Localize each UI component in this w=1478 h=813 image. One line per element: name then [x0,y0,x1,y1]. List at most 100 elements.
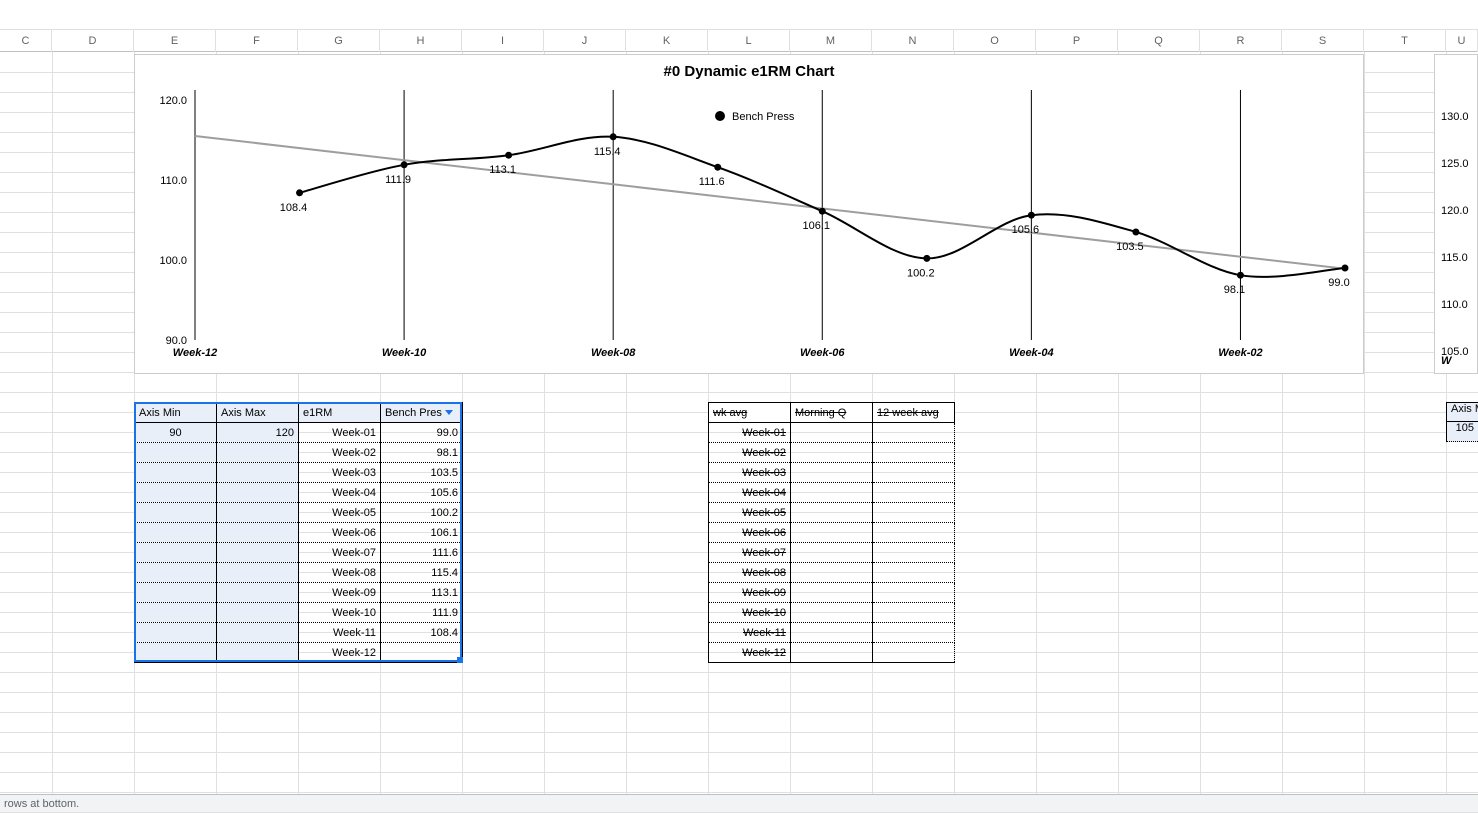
e1rm-value-cell[interactable]: 99.0 [381,423,463,443]
table1-header[interactable]: Axis Max [217,403,299,423]
column-header-N[interactable]: N [872,30,954,52]
column-header-G[interactable]: G [298,30,380,52]
e1rm-data-table[interactable]: Axis MinAxis Maxe1RMBench Pres90120Week-… [134,402,463,663]
column-header-J[interactable]: J [544,30,626,52]
wk-avg-table[interactable]: wk avgMorning Q12 week avgWeek-01Week-02… [708,402,955,663]
table2-header[interactable]: wk avg [709,403,791,423]
column-header-U[interactable]: U [1446,30,1478,52]
morning-q-cell[interactable] [791,603,873,623]
column-header-K[interactable]: K [626,30,708,52]
axis-min-cell[interactable] [135,543,217,563]
column-header-O[interactable]: O [954,30,1036,52]
wk-avg-week-cell[interactable]: Week-08 [709,563,791,583]
morning-q-cell[interactable] [791,543,873,563]
e1rm-value-cell[interactable]: 100.2 [381,503,463,523]
spreadsheet-grid[interactable]: CDEFGHIJKLMNOPQRSTU #0 Dynamic e1RM Char… [0,30,1478,794]
wk-avg-week-cell[interactable]: Week-12 [709,643,791,663]
table2-header[interactable]: 12 week avg [873,403,955,423]
wk-avg-week-cell[interactable]: Week-10 [709,603,791,623]
axis-max-cell[interactable] [217,583,299,603]
column-header-H[interactable]: H [380,30,462,52]
axis-max-cell[interactable] [217,623,299,643]
column-header-F[interactable]: F [216,30,298,52]
morning-q-cell[interactable] [791,623,873,643]
axis-max-cell[interactable] [217,443,299,463]
axis-max-cell[interactable] [217,523,299,543]
twelve-wk-avg-cell[interactable] [873,523,955,543]
morning-q-cell[interactable] [791,643,873,663]
column-header-Q[interactable]: Q [1118,30,1200,52]
e1rm-value-cell[interactable] [381,643,463,663]
morning-q-cell[interactable] [791,443,873,463]
twelve-wk-avg-cell[interactable] [873,583,955,603]
axis-max-cell[interactable] [217,463,299,483]
table1-header[interactable]: Axis Min [135,403,217,423]
wk-avg-week-cell[interactable]: Week-02 [709,443,791,463]
morning-q-cell[interactable] [791,523,873,543]
twelve-wk-avg-cell[interactable] [873,543,955,563]
wk-avg-week-cell[interactable]: Week-05 [709,503,791,523]
wk-avg-week-cell[interactable]: Week-07 [709,543,791,563]
twelve-wk-avg-cell[interactable] [873,423,955,443]
morning-q-cell[interactable] [791,583,873,603]
twelve-wk-avg-cell[interactable] [873,603,955,623]
column-header-T[interactable]: T [1364,30,1446,52]
axis-max-cell[interactable] [217,543,299,563]
week-label-cell[interactable]: Week-05 [299,503,381,523]
axis-max-cell[interactable] [217,643,299,663]
twelve-wk-avg-cell[interactable] [873,443,955,463]
week-label-cell[interactable]: Week-11 [299,623,381,643]
axis-max-cell[interactable] [217,603,299,623]
week-label-cell[interactable]: Week-01 [299,423,381,443]
column-header-I[interactable]: I [462,30,544,52]
column-header-R[interactable]: R [1200,30,1282,52]
column-header-D[interactable]: D [52,30,134,52]
axis-min-cell[interactable] [135,643,217,663]
morning-q-cell[interactable] [791,423,873,443]
e1rm-value-cell[interactable]: 103.5 [381,463,463,483]
table2-header[interactable]: Morning Q [791,403,873,423]
week-label-cell[interactable]: Week-08 [299,563,381,583]
axis-max-cell[interactable] [217,483,299,503]
cells-area[interactable]: #0 Dynamic e1RM Chart 90.0100.0110.0120.… [0,52,1478,794]
week-label-cell[interactable]: Week-07 [299,543,381,563]
axis-min-cell[interactable] [135,623,217,643]
axis-max-cell[interactable] [217,503,299,523]
morning-q-cell[interactable] [791,463,873,483]
axis-min-cell[interactable]: 90 [135,423,217,443]
twelve-wk-avg-cell[interactable] [873,623,955,643]
filter-dropdown-icon[interactable] [445,410,453,415]
axis-min-cell[interactable] [135,523,217,543]
e1rm-value-cell[interactable]: 105.6 [381,483,463,503]
column-header-M[interactable]: M [790,30,872,52]
week-label-cell[interactable]: Week-06 [299,523,381,543]
morning-q-cell[interactable] [791,483,873,503]
twelve-wk-avg-cell[interactable] [873,563,955,583]
axis-min-cell[interactable] [135,603,217,623]
week-label-cell[interactable]: Week-04 [299,483,381,503]
axis-min-cell[interactable] [135,563,217,583]
wk-avg-week-cell[interactable]: Week-04 [709,483,791,503]
week-label-cell[interactable]: Week-10 [299,603,381,623]
table1-header[interactable]: Bench Pres [381,403,463,423]
e1rm-value-cell[interactable]: 113.1 [381,583,463,603]
e1rm-value-cell[interactable]: 115.4 [381,563,463,583]
axis-min-cell[interactable] [135,503,217,523]
morning-q-cell[interactable] [791,503,873,523]
axis-max-cell[interactable] [217,563,299,583]
week-label-cell[interactable]: Week-12 [299,643,381,663]
axis-min-cell[interactable] [135,483,217,503]
twelve-wk-avg-cell[interactable] [873,463,955,483]
e1rm-value-cell[interactable]: 111.6 [381,543,463,563]
week-label-cell[interactable]: Week-02 [299,443,381,463]
twelve-wk-avg-cell[interactable] [873,643,955,663]
week-label-cell[interactable]: Week-03 [299,463,381,483]
twelve-wk-avg-cell[interactable] [873,503,955,523]
week-label-cell[interactable]: Week-09 [299,583,381,603]
e1rm-chart[interactable]: #0 Dynamic e1RM Chart 90.0100.0110.0120.… [134,54,1364,374]
e1rm-value-cell[interactable]: 108.4 [381,623,463,643]
axis-min-cell[interactable] [135,583,217,603]
axis-max-cell[interactable]: 120 [217,423,299,443]
wk-avg-week-cell[interactable]: Week-11 [709,623,791,643]
axis-min-cell[interactable] [135,463,217,483]
